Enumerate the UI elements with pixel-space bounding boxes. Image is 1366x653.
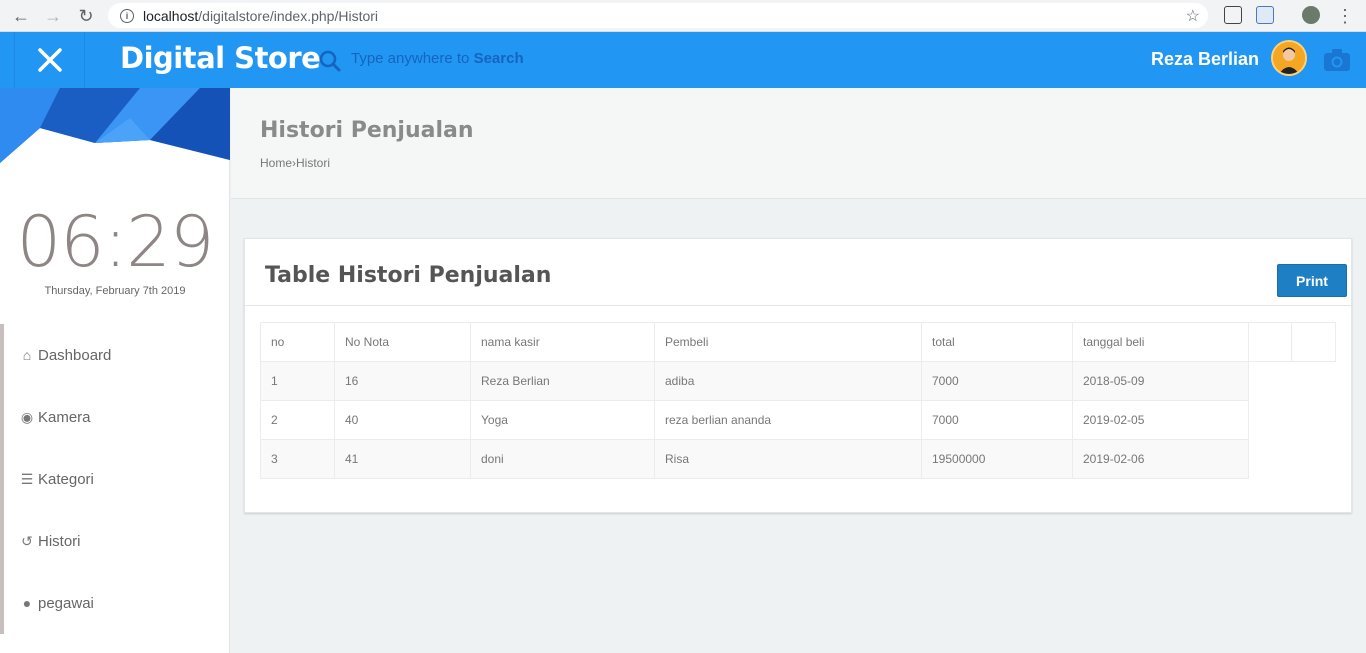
column-header[interactable]: tanggal beli (1072, 322, 1249, 362)
browser-toolbar: ← → ↻ i localhost/digitalstore/index.php… (0, 0, 1366, 32)
table-cell-empty (1292, 401, 1336, 440)
avatar[interactable] (1271, 40, 1307, 76)
table-cell: 16 (334, 361, 471, 401)
user-name[interactable]: Reza Berlian (1151, 49, 1259, 70)
table-cell: adiba (654, 361, 922, 401)
column-header[interactable]: Pembeli (654, 322, 922, 362)
table-row[interactable]: 3 41 doni Risa 19500000 2019-02-06 (260, 439, 1336, 479)
table-cell-empty (1249, 362, 1292, 401)
table-cell-empty (1249, 440, 1292, 479)
sidebar-item-label: pegawai (38, 594, 94, 612)
address-bar[interactable]: i localhost/digitalstore/index.php/Histo… (108, 3, 1208, 28)
forward-icon[interactable]: → (41, 4, 65, 28)
table-cell: 19500000 (921, 439, 1073, 479)
sidebar: 06:29 Thursday, February 7th 2019 ⌂ Dashb… (0, 88, 230, 653)
home-icon: ⌂ (22, 347, 32, 363)
print-button[interactable]: Print (1277, 264, 1347, 297)
reload-icon[interactable]: ↻ (74, 4, 98, 28)
extension-qr-icon[interactable] (1224, 6, 1242, 24)
clock: 06:29 (16, 201, 215, 283)
card-divider (245, 305, 1351, 306)
card-title: Table Histori Penjualan (265, 263, 552, 288)
sidebar-item-histori[interactable]: ↺ Histori (4, 510, 230, 572)
site-info-icon[interactable]: i (120, 8, 134, 23)
table-cell: 2 (260, 400, 335, 440)
table-header-row: no No Nota nama kasir Pembeli total tanggal b… (260, 322, 1336, 362)
table-cell: 7000 (921, 400, 1073, 440)
table-cell: 1 (260, 361, 335, 401)
breadcrumb-current: Histori (296, 156, 331, 170)
extension-icon[interactable] (1256, 6, 1274, 24)
sidebar-item-label: Dashboard (38, 346, 112, 364)
breadcrumb: Home›Histori (260, 156, 330, 170)
column-header-empty (1248, 322, 1292, 362)
table-cell-empty (1292, 440, 1336, 479)
column-header-empty (1291, 322, 1336, 362)
profile-avatar-icon[interactable] (1302, 6, 1320, 24)
page-title: Histori Penjualan (260, 118, 474, 143)
sidebar-item-label: Histori (38, 532, 81, 550)
user-avatar-icon (1273, 42, 1305, 74)
menu-dots-icon[interactable]: ⋮ (1333, 4, 1357, 28)
table-cell-empty (1249, 401, 1292, 440)
sidebar-item-pegawai[interactable]: ● pegawai (4, 572, 230, 634)
camera-icon: ◉ (20, 408, 34, 425)
url-text: localhost/digitalstore/index.php/Histori (143, 7, 379, 24)
close-icon (37, 48, 62, 72)
column-header[interactable]: no (260, 322, 335, 362)
sidebar-banner (0, 88, 230, 163)
sidebar-item-kamera[interactable]: ◉ Kamera (4, 386, 230, 448)
column-header[interactable]: No Nota (334, 322, 471, 362)
table-cell: 7000 (921, 361, 1073, 401)
back-icon[interactable]: ← (9, 4, 33, 28)
bookmark-star-icon[interactable]: ☆ (1186, 6, 1200, 26)
sidebar-item-kategori[interactable]: ☰ Kategori (4, 448, 230, 510)
history-table: no No Nota nama kasir Pembeli total tanggal b… (260, 322, 1336, 479)
table-cell: Yoga (470, 400, 655, 440)
table-cell: 41 (334, 439, 471, 479)
app-header: Digital Store Type anywhere to Search Re… (0, 32, 1366, 88)
user-icon: ● (22, 595, 32, 611)
brand-title: Digital Store (120, 41, 321, 75)
history-card: Table Histori Penjualan Print no No Nota n… (244, 238, 1352, 513)
close-sidebar-button[interactable] (14, 32, 85, 88)
column-header[interactable]: total (921, 322, 1073, 362)
table-cell-empty (1292, 362, 1336, 401)
table-cell: Risa (654, 439, 922, 479)
sidebar-item-label: Kamera (38, 408, 91, 426)
history-icon: ↺ (21, 532, 33, 549)
search-input[interactable] (350, 48, 670, 72)
sidebar-menu: ⌂ Dashboard ◉ Kamera ☰ Kategori ↺ Histori ● pegaw… (0, 324, 230, 634)
column-header[interactable]: nama kasir (470, 322, 655, 362)
table-cell: 2019-02-05 (1072, 400, 1249, 440)
table-cell: reza berlian ananda (654, 400, 922, 440)
date-label: Thursday, February 7th 2019 (44, 285, 186, 297)
table-cell: Reza Berlian (470, 361, 655, 401)
camera-icon[interactable] (1322, 46, 1352, 74)
table-cell: 2018-05-09 (1072, 361, 1249, 401)
sidebar-item-label: Kategori (38, 470, 94, 488)
sidebar-item-dashboard[interactable]: ⌂ Dashboard (4, 324, 230, 386)
search-icon[interactable] (318, 49, 342, 73)
table-cell: 2019-02-06 (1072, 439, 1249, 479)
table-row[interactable]: 1 16 Reza Berlian adiba 7000 2018-05-09 (260, 361, 1336, 401)
table-cell: 40 (334, 400, 471, 440)
table-cell: doni (470, 439, 655, 479)
table-cell: 3 (260, 439, 335, 479)
list-icon: ☰ (20, 470, 34, 487)
breadcrumb-home[interactable]: Home (260, 156, 292, 170)
page-header: Histori Penjualan Home›Histori (231, 88, 1366, 199)
table-row[interactable]: 2 40 Yoga reza berlian ananda 7000 2019-02-05 (260, 400, 1336, 440)
